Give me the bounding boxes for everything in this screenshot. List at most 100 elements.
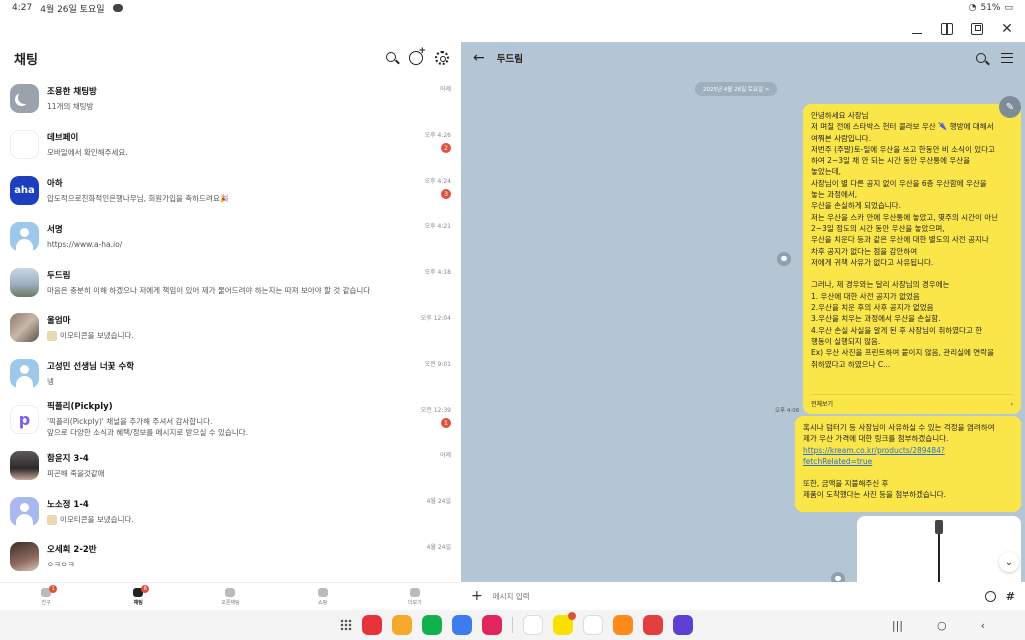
message-bubble[interactable]: 혹시나 덤터기 등 사장님이 사유하실 수 있는 걱정을 염려하여 제가 우산 … [795, 416, 1021, 512]
chat-preview: 이모티콘을 보냈습니다. [60, 514, 134, 524]
message-line: 우산을 손실하게 되었습니다. [811, 201, 901, 211]
message-text: 또한, 금액을 지불해주신 후 [803, 479, 889, 489]
gear-icon[interactable] [435, 51, 449, 65]
back-arrow-icon[interactable]: ← [473, 50, 485, 66]
message-link[interactable]: https://kream.co.kr/products/289484?fetc… [803, 445, 1013, 468]
recent-apps-icon[interactable]: ||| [892, 619, 903, 632]
kakaotalk-app-icon[interactable] [553, 612, 576, 635]
chat-item-hamyunji[interactable]: 함윤지 3-4 피곤해 죽을것같애 어제 [0, 442, 461, 488]
app-icon[interactable] [583, 615, 603, 635]
chat-time: 4월 24일 [426, 543, 451, 551]
chat-preview-line2: 앞으로 다양한 소식과 혜택/정보를 메시지로 받으실 수 있습니다. [47, 428, 248, 438]
chat-preview: 피곤해 죽을것같애 [47, 468, 105, 478]
tab-chats[interactable]: 6 채팅 [113, 584, 163, 606]
home-icon[interactable]: ○ [937, 619, 947, 632]
taskbar: ||| ○ ‹ [0, 610, 1025, 640]
tab-shopping[interactable]: 쇼핑 [298, 587, 348, 606]
chat-notification-icon [112, 4, 123, 12]
reply-icon[interactable] [777, 252, 791, 266]
open-chat-icon [225, 587, 236, 597]
default-profile-icon [10, 221, 39, 251]
menu-icon[interactable] [1001, 53, 1013, 63]
chat-preview: 11개의 채팅방 [47, 102, 94, 112]
message-bubble[interactable]: 안녕하세요 사장님저 며칠 전에 스타박스 헌터 콜라보 우산 🌂 행방에 대해… [803, 104, 1021, 414]
photo-message[interactable] [857, 516, 1021, 584]
hashtag-icon[interactable]: # [1006, 590, 1015, 603]
messages-app-icon[interactable] [452, 615, 472, 635]
tab-friends[interactable]: 1 친구 [21, 584, 71, 606]
moon-avatar-icon [10, 84, 39, 114]
chat-name: 노소정 1-4 [47, 499, 89, 510]
chat-name: 고성민 선생님 너꿎 수학 [47, 362, 135, 373]
chat-item-math-teacher[interactable]: 고성민 선생님 너꿎 수학 넹 오전 9:01 [0, 351, 461, 397]
message-input[interactable] [492, 591, 975, 601]
date-divider[interactable]: 2025년 4월 26일 토요일 > [695, 82, 778, 96]
chat-item-aha[interactable]: aha 아하 압도적으로친화적인은행나무님, 회원가입을 축하드려요🎉 오후 4… [0, 168, 461, 214]
play-store-app-icon[interactable] [523, 615, 543, 635]
emoticon-icon [47, 514, 57, 525]
status-time: 4:27 [12, 3, 33, 13]
status-date: 4월 26일 토요일 [40, 4, 105, 15]
browser-app-icon[interactable] [673, 615, 693, 635]
avatar [10, 542, 39, 572]
chat-time: 오후 12:04 [420, 314, 451, 322]
pencil-icon[interactable]: ✎ [999, 96, 1021, 118]
avatar [10, 313, 39, 343]
chevron-down-icon[interactable]: ⌄ [999, 552, 1019, 572]
tab-more[interactable]: 더보기 [390, 587, 440, 606]
wifi-icon: ◔ [968, 3, 977, 13]
message-line: 3.우산을 치우는 과정에서 우산을 손실함. [811, 314, 941, 324]
avatar [10, 130, 39, 160]
phone-app-icon[interactable] [422, 615, 442, 635]
chat-item-osehee[interactable]: 오세희 2-2반 ㅇㅋㅇㅋ 4월 24일 [0, 534, 461, 580]
close-icon[interactable]: ✕ [1001, 22, 1013, 36]
chat-item-signature[interactable]: 서명 https://www.a-ha.io/ 오후 4:21 [0, 213, 461, 259]
search-icon[interactable] [386, 52, 396, 62]
gallery-app-icon[interactable] [482, 615, 502, 635]
message-line: Ex) 우산 사진을 프린트하여 붙이지 않음, 관리실에 연락을 [811, 348, 994, 358]
popup-view-icon[interactable] [971, 23, 983, 35]
chat-name: 함윤지 3-4 [47, 453, 89, 464]
split-view-icon[interactable] [941, 23, 953, 35]
chat-preview: 마음은 충분히 이해 하겠으나 저에게 책임이 있어 제가 물어드려야 하는지는… [47, 285, 371, 295]
message-text: 안녕하세요 사장님저 며칠 전에 스타박스 헌터 콜라보 우산 🌂 행방에 대해… [811, 110, 1013, 370]
emoji-icon[interactable] [984, 590, 996, 602]
message-line: 안녕하세요 사장님 [811, 111, 869, 120]
folder-app-icon[interactable] [392, 615, 412, 635]
plus-icon[interactable]: + [471, 588, 483, 604]
unread-badge: 3 [441, 188, 451, 199]
chat-item-dudream[interactable]: 두드림 마음은 충분히 이해 하겠으나 저에게 책임이 있어 제가 물어드려야 … [0, 259, 461, 305]
chat-item-nosojeong[interactable]: 노소정 1-4 이모티콘을 보냈습니다. 4월 24일 [0, 488, 461, 534]
chat-time: 4월 24일 [426, 498, 451, 506]
chevron-right-icon: › [1010, 400, 1013, 408]
back-icon[interactable]: ‹ [981, 619, 985, 632]
chat-time: 오후 4:26 [424, 131, 451, 139]
chat-item-pickply[interactable]: p 픽플리(Pickply) '픽플리(Pickply)' 채널을 추가해 주셔… [0, 397, 461, 443]
chat-item-mom[interactable]: 울엄마 이모티콘을 보냈습니다. 오후 12:04 [0, 305, 461, 351]
search-icon[interactable] [976, 53, 986, 63]
flipboard-app-icon[interactable] [362, 615, 382, 635]
new-chat-icon[interactable] [409, 46, 426, 65]
chat-item-devpay[interactable]: 데브페이 모바일에서 확인해주세요. 오후 4:26 2 [0, 122, 461, 168]
message-line: 4.우산 손실 사실을 알게 된 후 사장님이 취하였다고 한 [811, 325, 983, 335]
youtube-music-app-icon[interactable] [643, 615, 663, 635]
tab-open-chat[interactable]: 오픈채팅 [205, 587, 255, 606]
tab-label: 친구 [41, 599, 51, 606]
message-line: 저번주 (주말)토-일에 우산을 쓰고 한동안 비 소식이 있다고 [811, 144, 995, 154]
chat-name: 아하 [47, 178, 63, 189]
message-text: 제가 우산 가격에 대한 링크를 첨부하겠습니다. [803, 434, 949, 444]
message-line: 그러나, 제 경우와는 달리 사장님의 경우에는 [811, 280, 950, 290]
chat-time: 오후 4:18 [424, 269, 451, 277]
app-drawer-icon[interactable] [340, 619, 352, 631]
message-input-bar: + # [461, 582, 1025, 610]
play-app-icon[interactable] [613, 615, 633, 635]
message-line: 저 며칠 전에 스타박스 헌터 콜라보 우산 🌂 행방에 대해서 [811, 122, 994, 132]
chat-item-quiet-rooms[interactable]: 조용한 채팅방 11개의 채팅방 어제 [0, 76, 461, 122]
message-line: 취하였다고 하였으나 C... [811, 359, 891, 369]
minimize-icon[interactable] [911, 23, 923, 35]
message-text: 혹시나 덤터기 등 사장님이 사유하실 수 있는 걱정을 염려하여 [803, 423, 995, 432]
view-full-button[interactable]: 전체보기 › [811, 393, 1013, 410]
chat-list: 조용한 채팅방 11개의 채팅방 어제 데브페이 모바일에서 확인해주세요. 오… [0, 76, 461, 580]
chat-preview: ㅇㅋㅇㅋ [47, 560, 75, 570]
chat-time: 어제 [439, 452, 451, 460]
